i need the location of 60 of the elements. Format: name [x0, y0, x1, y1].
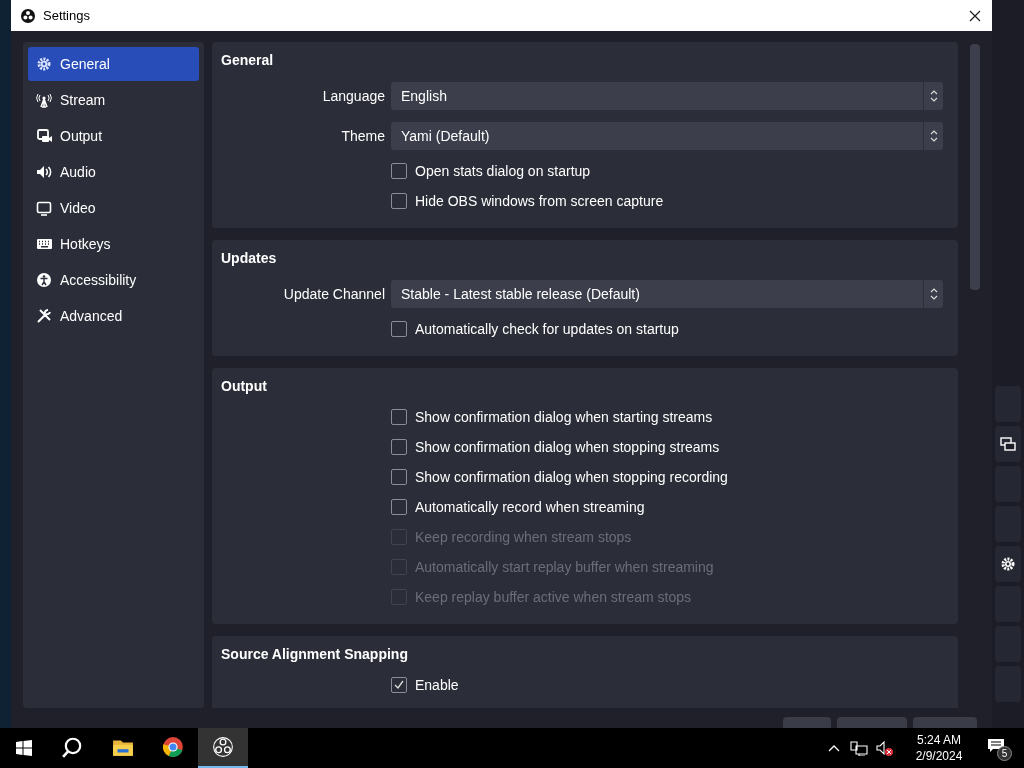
- checkbox: Keep recording when stream stops: [391, 526, 632, 548]
- up-down-icon: [929, 130, 938, 142]
- checkbox[interactable]: Show confirmation dialog when stopping recording: [391, 466, 728, 488]
- windows-icon: [1000, 437, 1016, 451]
- gear-icon: [36, 56, 52, 72]
- sidebar-item[interactable]: Output: [28, 119, 199, 153]
- checkbox[interactable]: Automatically check for updates on startup: [391, 318, 679, 340]
- checkbox[interactable]: Open stats dialog on startup: [391, 160, 591, 182]
- browser-icon: [162, 736, 184, 758]
- sidebar-item[interactable]: General: [28, 47, 199, 81]
- gear-icon: [1000, 556, 1016, 572]
- sidebar-item[interactable]: Hotkeys: [28, 227, 199, 261]
- toolbar-button[interactable]: [995, 546, 1021, 582]
- dropdown-field[interactable]: English: [391, 82, 943, 110]
- monitor-icon: [36, 200, 52, 216]
- taskbar-app[interactable]: [198, 728, 248, 768]
- dropdown-field[interactable]: Yami (Default): [391, 122, 943, 150]
- field-label: Language: [321, 86, 386, 106]
- group-title: Updates: [221, 249, 278, 266]
- network-icon[interactable]: [850, 740, 868, 756]
- sidebar-item[interactable]: Audio: [28, 155, 199, 189]
- muted-speaker-icon[interactable]: [876, 740, 894, 756]
- checkbox[interactable]: Enable: [391, 674, 459, 696]
- speaker-icon: [36, 164, 52, 180]
- group-title: Output: [221, 377, 268, 394]
- camera-icon: [36, 128, 52, 144]
- group-title: Source Alignment Snapping: [221, 645, 409, 662]
- window-title: Settings: [43, 6, 90, 25]
- windows-logo-icon: [16, 740, 32, 756]
- up-down-icon: [929, 90, 938, 102]
- tools-icon: [36, 308, 52, 324]
- field-label: Theme: [340, 126, 386, 146]
- check-icon: [393, 679, 405, 691]
- antenna-icon: [36, 92, 52, 108]
- group-title: General: [221, 51, 275, 68]
- search-icon: [62, 736, 84, 758]
- checkbox[interactable]: Show confirmation dialog when stopping streams: [391, 436, 720, 458]
- sidebar-item[interactable]: Stream: [28, 83, 199, 117]
- checkbox[interactable]: Show confirmation dialog when starting streams: [391, 406, 713, 428]
- clock-time[interactable]: 5:24 AM: [917, 732, 961, 748]
- sidebar-item[interactable]: Advanced: [28, 299, 199, 333]
- app-logo-icon: [212, 736, 234, 758]
- checkbox: Keep replay buffer active when stream stops: [391, 586, 691, 608]
- app-logo-icon: [21, 8, 35, 23]
- keyboard-icon: [36, 236, 52, 252]
- scrollbar[interactable]: [970, 44, 980, 290]
- sidebar-item[interactable]: Accessibility: [28, 263, 199, 297]
- dropdown-field[interactable]: Stable - Latest stable release (Default): [391, 280, 943, 308]
- notification-button[interactable]: 5: [986, 735, 1012, 761]
- field-label: Update Channel: [282, 284, 386, 304]
- sidebar-item[interactable]: Video: [28, 191, 199, 225]
- checkbox[interactable]: Hide OBS windows from screen capture: [391, 190, 664, 212]
- chevron-up-icon[interactable]: [828, 744, 840, 752]
- checkbox[interactable]: Automatically record when streaming: [391, 496, 645, 518]
- checkbox: Automatically start replay buffer when streaming: [391, 556, 714, 578]
- accessibility-icon: [36, 272, 52, 288]
- up-down-icon: [929, 288, 938, 300]
- close-icon: [969, 9, 981, 22]
- clock-date[interactable]: 2/9/2024: [915, 748, 963, 764]
- toolbar-button[interactable]: [995, 426, 1021, 462]
